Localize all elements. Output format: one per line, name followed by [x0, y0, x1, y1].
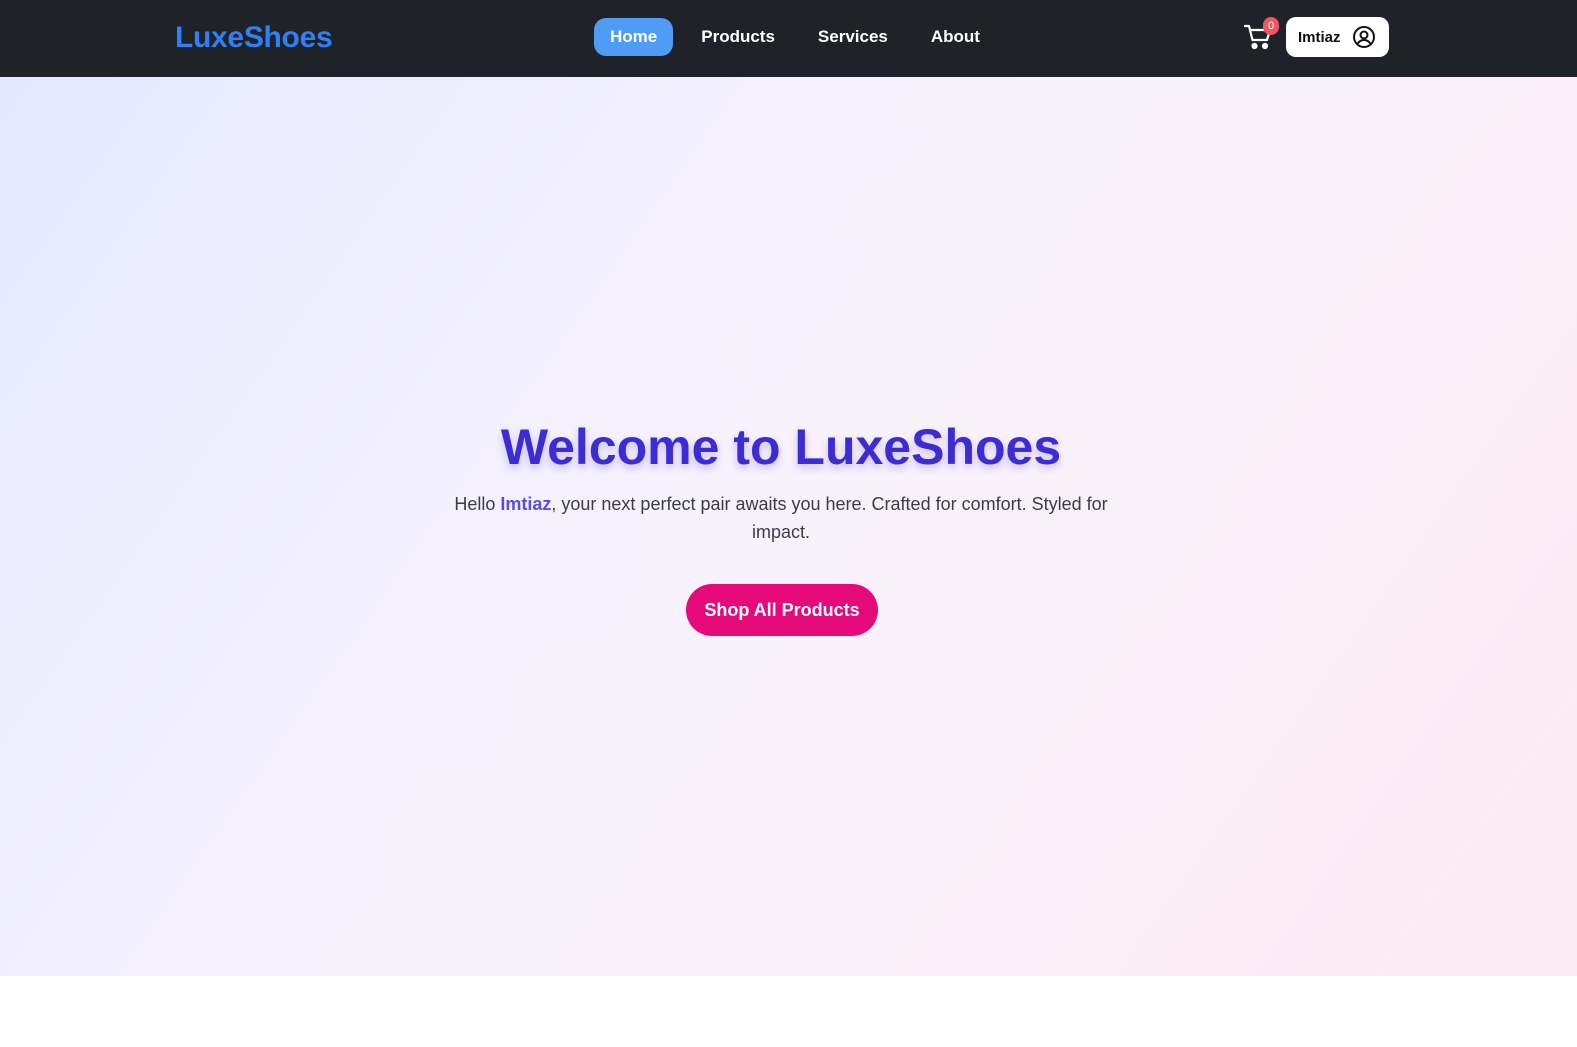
greeting-suffix: , your next perfect pair awaits you here…	[551, 494, 1108, 542]
nav-about[interactable]: About	[916, 18, 995, 56]
nav-products[interactable]: Products	[686, 18, 790, 56]
hero-user-name: Imtiaz	[500, 494, 552, 514]
shop-all-products-button[interactable]: Shop All Products	[686, 584, 878, 636]
greeting-prefix: Hello	[454, 494, 501, 514]
top-navbar: LuxeShoes Home Products Services About 0…	[0, 0, 1577, 77]
user-menu-button[interactable]: Imtiaz	[1286, 17, 1389, 57]
hero-section: Welcome to LuxeShoes Hello Imtiaz, your …	[0, 77, 1577, 976]
user-name-label: Imtiaz	[1298, 28, 1341, 46]
brand-logo[interactable]: LuxeShoes	[175, 19, 333, 57]
cart-count-badge: 0	[1263, 17, 1279, 35]
user-circle-icon	[1352, 25, 1376, 49]
hero-title: Welcome to LuxeShoes	[500, 419, 1062, 475]
main-nav: Home Products Services About	[594, 18, 1008, 56]
nav-services[interactable]: Services	[803, 18, 903, 56]
nav-home[interactable]: Home	[594, 18, 674, 56]
hero-subtitle: Hello Imtiaz, your next perfect pair awa…	[450, 490, 1112, 546]
